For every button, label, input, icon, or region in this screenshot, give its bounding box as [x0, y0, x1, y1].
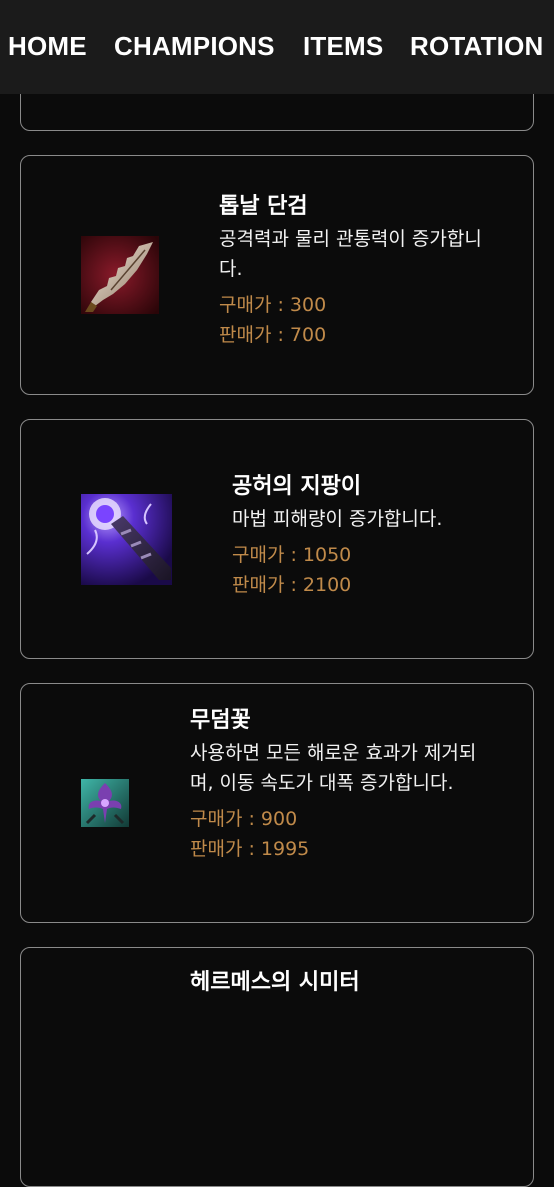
item-description: 공격력과 물리 관통력이 증가합니다. — [219, 228, 482, 280]
item-info: 공허의 지팡이 마법 피해량이 증가합니다. 구매가 : 1050 판매가 : … — [232, 474, 502, 600]
item-description: 사용하면 모든 해로운 효과가 제거되며, 이동 속도가 대폭 증가합니다. — [190, 742, 477, 794]
item-card[interactable]: 공허의 지팡이 마법 피해량이 증가합니다. 구매가 : 1050 판매가 : … — [20, 419, 534, 659]
item-name: 무덤꽃 — [190, 708, 251, 733]
item-buy-price: 구매가 : 1050 — [232, 544, 352, 566]
nav-home[interactable]: HOME — [8, 31, 87, 61]
item-card[interactable]: 톱날 단검 공격력과 물리 관통력이 증가합니다. 구매가 : 300 판매가 … — [20, 155, 534, 395]
item-info: 톱날 단검 공격력과 물리 관통력이 증가합니다. 구매가 : 300 판매가 … — [219, 194, 489, 350]
grave-flower-icon — [81, 779, 129, 827]
item-name: 톱날 단검 — [219, 194, 308, 219]
nav-rotation[interactable]: ROTATION — [410, 31, 544, 61]
item-buy-price: 구매가 : 900 — [190, 808, 298, 830]
item-info: 헤르메스의 시미터 — [190, 970, 490, 996]
item-buy-price: 구매가 : 300 — [219, 294, 327, 316]
item-info: 무덤꽃 사용하면 모든 해로운 효과가 제거되며, 이동 속도가 대폭 증가합니… — [190, 708, 480, 864]
item-sell-price: 판매가 : 2100 — [232, 574, 352, 596]
void-staff-icon — [81, 494, 172, 585]
item-name: 공허의 지팡이 — [232, 474, 362, 499]
nav-items[interactable]: ITEMS — [303, 31, 383, 61]
serrated-dirk-icon — [81, 236, 159, 314]
item-card[interactable]: 무덤꽃 사용하면 모든 해로운 효과가 제거되며, 이동 속도가 대폭 증가합니… — [20, 683, 534, 923]
item-description: 마법 피해량이 증가합니다. — [232, 508, 443, 530]
item-card[interactable]: 헤르메스의 시미터 — [20, 947, 534, 1187]
item-sell-price: 판매가 : 700 — [219, 324, 327, 346]
item-name: 헤르메스의 시미터 — [190, 970, 360, 995]
item-sell-price: 판매가 : 1995 — [190, 838, 310, 860]
top-nav: HOME CHAMPIONS ITEMS ROTATION — [0, 0, 554, 94]
nav-champions[interactable]: CHAMPIONS — [114, 31, 275, 61]
